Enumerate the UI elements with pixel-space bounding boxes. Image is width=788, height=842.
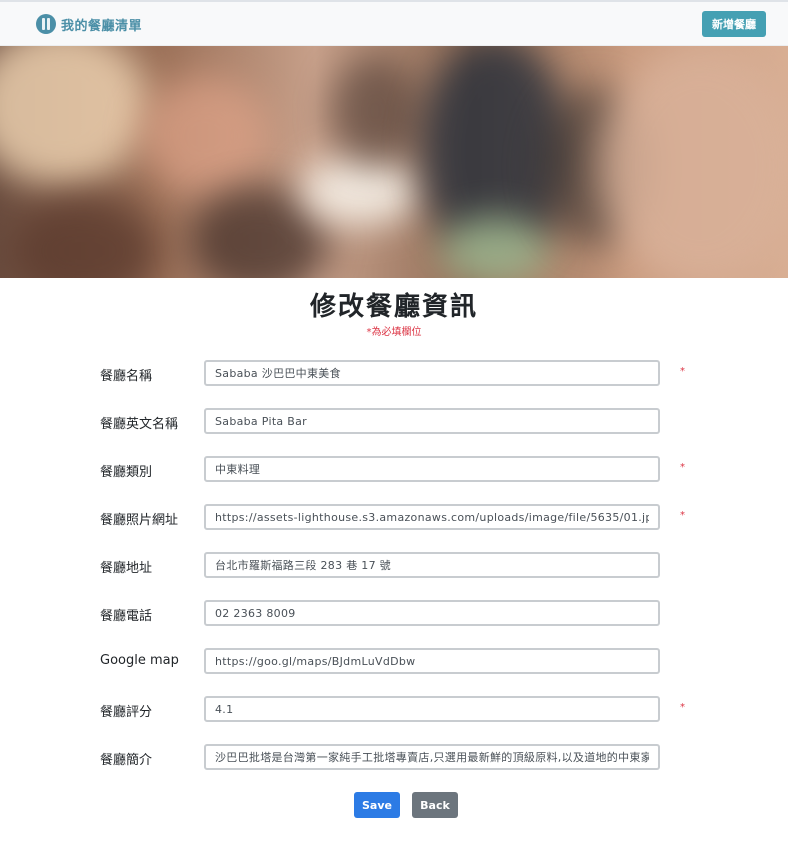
- name-en-input[interactable]: [204, 408, 660, 434]
- brand-title: 我的餐廳清單: [61, 18, 143, 34]
- phone-label: 餐廳電話: [100, 609, 153, 624]
- rating-input[interactable]: [204, 696, 660, 722]
- category-label: 餐廳類別: [100, 465, 153, 480]
- address-label: 餐廳地址: [100, 561, 153, 576]
- description-input[interactable]: [204, 744, 660, 770]
- add-restaurant-button[interactable]: 新增餐廳: [702, 11, 766, 37]
- form-row-google-map: Google map: [0, 648, 788, 674]
- form-row-category: 餐廳類別 *: [0, 456, 788, 482]
- brand-link[interactable]: 我的餐廳清單: [36, 14, 142, 34]
- name-label: 餐廳名稱: [100, 369, 153, 384]
- required-mark: *: [680, 510, 685, 521]
- restaurant-logo-icon: [36, 14, 56, 34]
- form-row-image: 餐廳照片網址 *: [0, 504, 788, 530]
- required-mark: *: [680, 366, 685, 377]
- rating-label: 餐廳評分: [100, 705, 153, 720]
- name-input[interactable]: [204, 360, 660, 386]
- save-button[interactable]: Save: [354, 792, 400, 818]
- page-title: 修改餐廳資訊: [309, 292, 478, 322]
- form-row-name: 餐廳名稱 *: [0, 360, 788, 386]
- google-map-label: Google map: [100, 653, 179, 668]
- image-url-label: 餐廳照片網址: [100, 513, 179, 528]
- navbar: 我的餐廳清單 新增餐廳: [0, 2, 788, 46]
- form-row-address: 餐廳地址: [0, 552, 788, 578]
- form-row-rating: 餐廳評分 *: [0, 696, 788, 722]
- address-input[interactable]: [204, 552, 660, 578]
- required-mark: *: [680, 702, 685, 713]
- google-map-input[interactable]: [204, 648, 660, 674]
- name-en-label: 餐廳英文名稱: [100, 417, 179, 432]
- required-mark: *: [680, 462, 685, 473]
- required-note: *為必填欄位: [366, 327, 422, 338]
- category-input[interactable]: [204, 456, 660, 482]
- image-url-input[interactable]: [204, 504, 660, 530]
- description-label: 餐廳簡介: [100, 753, 153, 768]
- form-row-name-en: 餐廳英文名稱: [0, 408, 788, 434]
- form-row-phone: 餐廳電話: [0, 600, 788, 626]
- back-button[interactable]: Back: [412, 792, 458, 818]
- phone-input[interactable]: [204, 600, 660, 626]
- form-row-description: 餐廳簡介: [0, 744, 788, 770]
- banner-image: [0, 46, 788, 278]
